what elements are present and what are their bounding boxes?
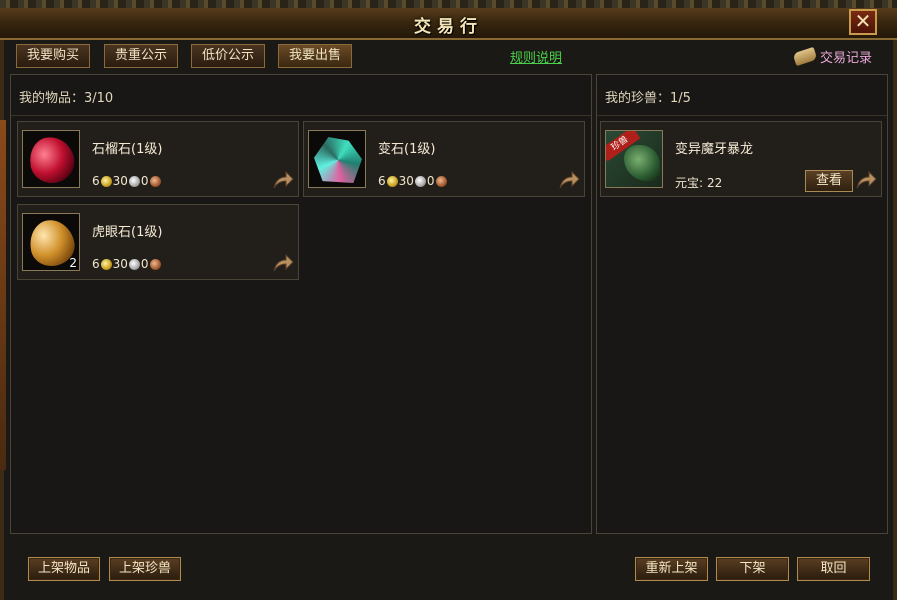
copper-coin-icon — [149, 175, 161, 187]
pet-price-value: 22 — [707, 176, 723, 190]
silver-coin-icon — [128, 175, 140, 187]
copper-amount: 0 — [140, 174, 149, 188]
my-pets-header: 我的珍兽：1/5 — [605, 91, 691, 106]
tab-sell[interactable]: 我要出售 — [278, 44, 353, 68]
pet-price: 元宝: 22 — [675, 174, 722, 191]
list-pet-button[interactable]: 上架珍兽 — [109, 557, 181, 581]
stack-count: 2 — [69, 256, 77, 270]
item-card[interactable]: 变石(1级) 6 30 0 — [303, 121, 585, 197]
left-edge-decoration — [0, 120, 6, 470]
item-name: 石榴石(1级) — [92, 142, 163, 157]
ruby-gem-icon — [26, 133, 78, 187]
copper-amount: 0 — [140, 257, 149, 271]
window-title: 交易行 — [414, 17, 483, 37]
delist-button[interactable]: 下架 — [716, 557, 789, 581]
item-slot — [308, 130, 366, 188]
divider — [11, 115, 591, 116]
item-card[interactable]: 石榴石(1级) 6 30 0 — [17, 121, 299, 197]
copper-coin-icon — [149, 258, 161, 270]
tab-buy[interactable]: 我要购买 — [16, 44, 91, 68]
gold-coin-icon — [386, 175, 398, 187]
gold-amount: 6 — [378, 174, 386, 188]
list-item-button[interactable]: 上架物品 — [28, 557, 100, 581]
divider — [597, 115, 887, 116]
silver-coin-icon — [128, 258, 140, 270]
silver-coin-icon — [414, 175, 426, 187]
item-price: 6 30 0 — [378, 174, 448, 188]
copper-amount: 0 — [426, 174, 435, 188]
trade-record-label: 交易记录 — [820, 50, 873, 66]
scroll-icon — [792, 45, 818, 67]
item-price: 6 30 0 — [92, 174, 162, 188]
crystal-gem-icon — [314, 137, 362, 183]
my-items-header: 我的物品：3/10 — [19, 91, 114, 106]
gold-amount: 6 — [92, 257, 100, 271]
pet-card[interactable]: 珍兽 变异魔牙暴龙 元宝: 22 查看 — [600, 121, 882, 197]
tab-valuable-notice[interactable]: 贵重公示 — [104, 44, 179, 68]
item-name: 变石(1级) — [378, 142, 436, 157]
rules-link[interactable]: 规则说明 — [510, 47, 562, 66]
item-price: 6 30 0 — [92, 257, 162, 271]
tab-lowprice-notice[interactable]: 低价公示 — [191, 44, 266, 68]
silver-amount: 30 — [112, 257, 128, 271]
share-arrow-icon[interactable] — [272, 170, 294, 190]
share-arrow-icon[interactable] — [272, 253, 294, 273]
item-slot: 2 — [22, 213, 80, 271]
copper-coin-icon — [435, 175, 447, 187]
gold-amount: 6 — [92, 174, 100, 188]
view-pet-button[interactable]: 查看 — [805, 170, 853, 192]
trade-record-link[interactable]: 交易记录 — [792, 45, 872, 67]
silver-amount: 30 — [398, 174, 414, 188]
pet-name: 变异魔牙暴龙 — [675, 142, 754, 157]
close-button[interactable]: ✕ — [849, 9, 877, 35]
gold-coin-icon — [100, 258, 112, 270]
pet-price-label: 元宝: — [675, 176, 704, 190]
item-card[interactable]: 2 虎眼石(1级) 6 30 0 — [17, 204, 299, 280]
silver-amount: 30 — [112, 174, 128, 188]
share-arrow-icon[interactable] — [855, 170, 877, 190]
pet-slot: 珍兽 — [605, 130, 663, 188]
retrieve-button[interactable]: 取回 — [797, 557, 870, 581]
gold-coin-icon — [100, 175, 112, 187]
title-bar: 交易行 ✕ — [0, 0, 897, 40]
dragon-pet-icon — [624, 145, 660, 181]
item-slot — [22, 130, 80, 188]
relist-button[interactable]: 重新上架 — [635, 557, 708, 581]
item-name: 虎眼石(1级) — [92, 225, 163, 240]
share-arrow-icon[interactable] — [558, 170, 580, 190]
